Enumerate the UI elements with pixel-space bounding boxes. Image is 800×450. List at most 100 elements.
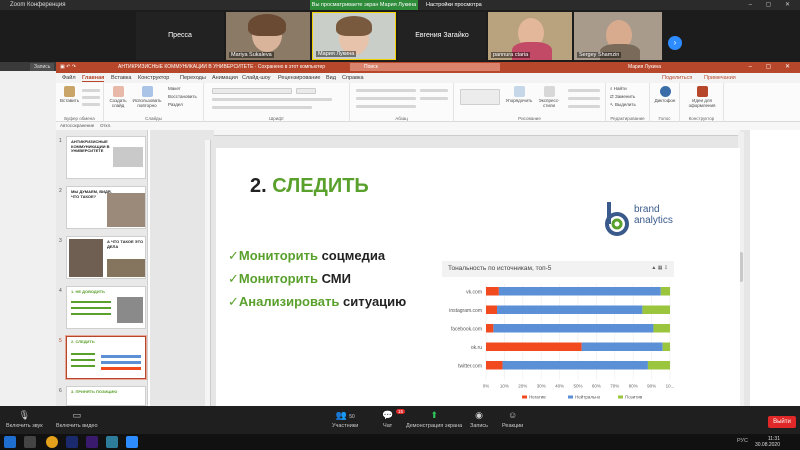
participant-tile[interactable]: Sergey Shamzin — [574, 12, 662, 60]
share-screen-icon: ⬆ — [430, 410, 438, 420]
bullet-item: ✓Мониторить соцмедиа — [228, 248, 386, 263]
chat-button[interactable]: 💬 15 Чат — [382, 409, 406, 429]
participant-caption: Мария Лукина — [316, 51, 357, 57]
chat-badge: 15 — [396, 409, 406, 414]
slide-thumbnail[interactable]: АНТИКРИЗИСНЫЕ КОММУНИКАЦИИ В УНИВЕРСИТЕТ… — [66, 136, 146, 179]
participant-tile[interactable]: pannura ctaria — [488, 12, 572, 60]
camera-off-icon: ▭ — [72, 410, 82, 420]
participant-tile-active-speaker[interactable]: Мария Лукина — [312, 12, 396, 60]
participant-tile[interactable]: Евгения Загайко — [398, 12, 486, 60]
windows-taskbar: РУС 11:31 30.08.2020 — [0, 434, 800, 450]
reset-button[interactable]: Восстановить — [168, 94, 197, 99]
share-button[interactable]: Поделиться — [662, 75, 692, 81]
tab-insert[interactable]: Вставка — [111, 75, 131, 81]
record-button[interactable]: ◉ Запись — [470, 410, 488, 429]
user-name[interactable]: Мария Лукина — [628, 64, 661, 70]
bar-segment — [653, 324, 670, 333]
bullet-item: ✓Мониторить СМИ — [228, 271, 351, 286]
zoom-taskbar-icon[interactable] — [126, 436, 138, 448]
font-family-select[interactable] — [212, 88, 292, 94]
tab-review[interactable]: Рецензирование — [278, 75, 320, 81]
view-options-button[interactable]: Настройки просмотра — [426, 2, 482, 8]
search-input[interactable]: Поиск — [350, 63, 500, 71]
tab-design[interactable]: Конструктор — [138, 75, 169, 81]
design-ideas-button[interactable]: Идеи для оформления — [682, 86, 722, 108]
leave-button[interactable]: Выйти — [768, 416, 796, 428]
share-screen-button[interactable]: ⬆ Демонстрация экрана — [406, 410, 462, 429]
tab-view[interactable]: Вид — [326, 75, 336, 81]
window-controls[interactable]: – ▢ ✕ — [749, 63, 796, 70]
autosave-label: Автосохранение — [60, 123, 95, 128]
slide-thumbnail[interactable]: 1. НЕ ДОВОДИТЬ — [66, 286, 146, 329]
taskbar-clock[interactable]: 11:31 30.08.2020 — [755, 436, 780, 448]
new-slide-button[interactable]: Создать слайд — [106, 86, 130, 108]
bar-segment — [647, 361, 670, 370]
y-category-label: vk.com — [466, 290, 482, 296]
ribbon-group-drawing: Упорядочить Экспресс-стили Рисование — [454, 83, 606, 122]
layout-button[interactable]: Макет — [168, 86, 181, 91]
design-ideas-icon — [696, 86, 708, 97]
select-button[interactable]: ↖ Выделить — [610, 102, 636, 108]
start-video-button[interactable]: ▭ Включить видео — [56, 410, 98, 429]
tab-slideshow[interactable]: Слайд-шоу — [242, 75, 271, 81]
window-controls[interactable]: – ▢ ✕ — [749, 1, 796, 8]
chart-header: Тональность по источникам, топ-5 ▲ ▦ ⇩ — [442, 261, 674, 277]
reactions-button[interactable]: ☺ Реакции — [502, 410, 523, 429]
tray-language[interactable]: РУС — [737, 438, 748, 444]
dictate-button[interactable]: Диктофон — [652, 86, 678, 103]
x-tick-label: 50% — [573, 384, 582, 389]
participant-caption: pannura ctaria — [491, 52, 531, 58]
font-size-select[interactable] — [296, 88, 316, 94]
section-button[interactable]: Раздел — [168, 102, 183, 107]
bar-segment — [581, 342, 663, 351]
bar-segment — [498, 287, 661, 296]
shapes-gallery[interactable] — [460, 89, 500, 105]
task-view-icon[interactable] — [24, 436, 36, 448]
slide-thumbnail[interactable]: 3. ПРИНЯТЬ ПОЗИЦИЮ — [66, 386, 146, 406]
horizontal-ruler — [214, 130, 740, 136]
slide-canvas[interactable]: 2. СЛЕДИТЬ brand analytics ✓Мониторить с… — [216, 148, 740, 406]
participant-gallery: Пресса Mariya Sukaleva Мария Лукина Евге… — [0, 10, 800, 62]
sentiment-chart[interactable]: Тональность по источникам, топ-5 ▲ ▦ ⇩ 0… — [442, 261, 676, 406]
chart-toolbar-icons[interactable]: ▲ ▦ ⇩ — [651, 265, 668, 271]
windows-start-icon[interactable] — [4, 436, 16, 448]
autosave-toggle[interactable]: Откл. — [100, 123, 111, 128]
browser-tab[interactable]: Запись — [30, 63, 55, 71]
bar-segment — [486, 361, 503, 370]
slide-thumbnail[interactable]: МЫ ДУМАЕМ, ВИДЯ, ЧТО ТАКОЕ? — [66, 186, 146, 229]
participant-tile[interactable]: Пресса — [136, 12, 224, 60]
bullet-list[interactable]: ✓Мониторить соцмедиа ✓Мониторить СМИ ✓Ан… — [228, 248, 406, 317]
slide-thumbnail-selected[interactable]: 2. СЛЕДИТЬ — [65, 335, 147, 380]
participant-tile[interactable]: Mariya Sukaleva — [226, 12, 310, 60]
chart-title: Тональность по источникам, топ-5 — [448, 265, 552, 272]
find-button[interactable]: ⌕ Найти — [610, 86, 627, 91]
arrange-button[interactable]: Упорядочить — [504, 86, 534, 103]
slide-thumbnail[interactable]: А ЧТО ТАКОЕ ЭТО ДЕЛА — [66, 236, 146, 279]
reactions-icon: ☺ — [508, 410, 518, 420]
tab-file[interactable]: Файл — [62, 75, 76, 81]
tab-animations[interactable]: Анимация — [212, 75, 238, 81]
app-icon[interactable] — [106, 436, 118, 448]
gallery-next-arrow-icon[interactable]: › — [668, 36, 682, 50]
quick-access-icon[interactable]: ▣ ↶ ↷ — [60, 64, 76, 70]
replace-button[interactable]: ⇄ Заменить — [610, 94, 635, 100]
tab-help[interactable]: Справка — [342, 75, 364, 81]
chart-plot: 0% 10% 20% 30% 40% 50% 60% 70% 80% 90% 10... vk.com… — [449, 284, 674, 400]
thumbnail-number: 3 — [59, 238, 62, 244]
quick-styles-button[interactable]: Экспресс-стили — [534, 86, 564, 108]
chrome-icon[interactable] — [46, 436, 58, 448]
logo-text-line2: analytics — [634, 215, 673, 226]
reuse-slides-button[interactable]: Использовать повторно — [130, 86, 164, 108]
photoshop-icon[interactable] — [66, 436, 78, 448]
tab-transitions[interactable]: Переходы — [180, 75, 206, 81]
ribbon-tabs: Файл Главная Вставка Конструктор Переход… — [56, 73, 800, 83]
ribbon-group-font: Шрифт — [204, 83, 350, 122]
powerpoint-title-bar: ▣ ↶ ↷ АНТИКРИЗИСНЫЕ КОММУНИКАЦИИ В УНИВЕ… — [56, 62, 800, 73]
participants-button[interactable]: 👥 50 Участники — [332, 410, 358, 429]
unmute-button[interactable]: 🎙 Включить звук — [6, 410, 43, 429]
tab-home[interactable]: Главная — [82, 75, 105, 82]
comments-button[interactable]: Примечания — [704, 75, 736, 81]
premiere-icon[interactable] — [86, 436, 98, 448]
slide-title[interactable]: 2. СЛЕДИТЬ — [250, 175, 369, 198]
paste-button[interactable]: Вставить — [60, 86, 79, 103]
